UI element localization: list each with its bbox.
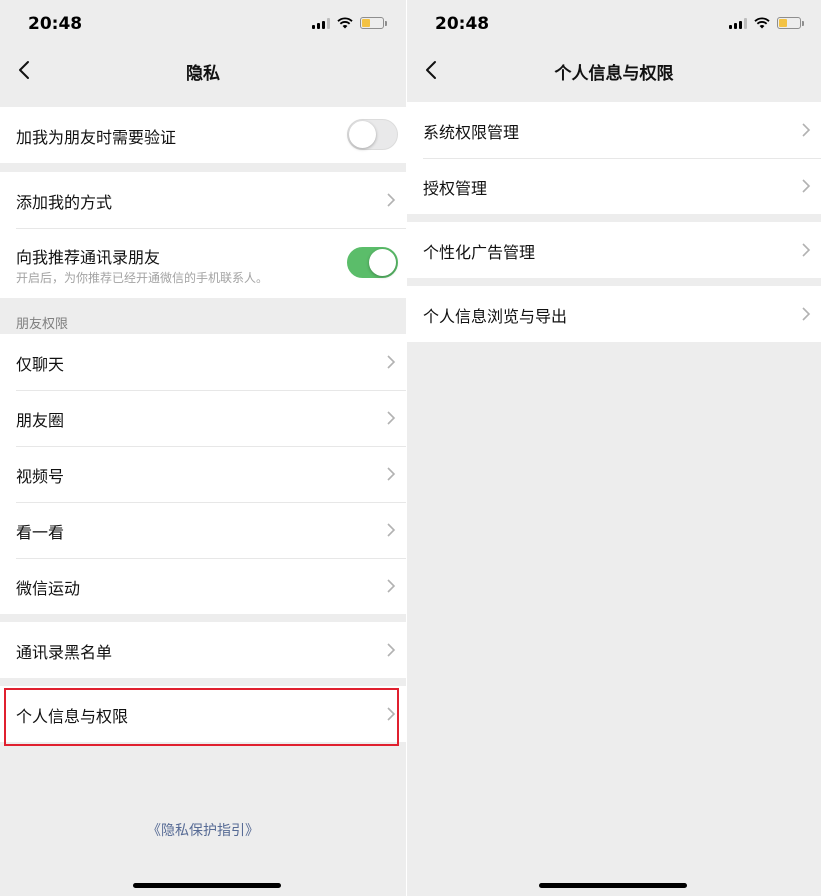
home-indicator	[133, 883, 281, 888]
permission-label: 朋友圈	[16, 411, 65, 430]
battery-icon	[777, 17, 804, 29]
chevron-right-icon	[387, 411, 396, 425]
highlight-box	[4, 688, 399, 746]
wifi-icon	[337, 17, 353, 29]
nav-bar: 个人信息与权限	[407, 48, 821, 92]
verify-group: 加我为朋友时需要验证	[0, 107, 406, 163]
recommend-contacts-label: 向我推荐通讯录朋友	[16, 248, 161, 267]
add-methods-row[interactable]: 添加我的方式	[0, 172, 406, 228]
friend-permissions-group: 仅聊天 朋友圈 视频号 看一看 微信运动	[0, 334, 406, 614]
system-permissions-label: 系统权限管理	[423, 123, 520, 142]
system-permissions-row[interactable]: 系统权限管理	[407, 102, 821, 158]
permission-top-stories-row[interactable]: 看一看	[0, 502, 406, 558]
authorization-row[interactable]: 授权管理	[407, 158, 821, 214]
verify-friend-toggle[interactable]	[347, 119, 398, 150]
blacklist-label: 通讯录黑名单	[16, 643, 113, 662]
verify-friend-row: 加我为朋友时需要验证	[0, 107, 406, 163]
chevron-right-icon	[387, 193, 396, 207]
permissions-group: 系统权限管理 授权管理	[407, 102, 821, 214]
info-browse-export-row[interactable]: 个人信息浏览与导出	[407, 286, 821, 342]
info-browse-export-label: 个人信息浏览与导出	[423, 307, 568, 326]
cellular-signal-icon	[729, 17, 747, 29]
battery-icon	[360, 17, 387, 29]
export-group: 个人信息浏览与导出	[407, 286, 821, 342]
permission-label: 微信运动	[16, 579, 81, 598]
personalized-ads-row[interactable]: 个性化广告管理	[407, 222, 821, 278]
chevron-right-icon	[387, 523, 396, 537]
chevron-right-icon	[802, 179, 811, 193]
recommend-contacts-description: 开启后，为你推荐已经开通微信的手机联系人。	[16, 271, 269, 285]
status-bar: 20:48	[0, 0, 406, 48]
cellular-signal-icon	[312, 17, 330, 29]
blacklist-row[interactable]: 通讯录黑名单	[0, 622, 406, 678]
permission-moments-row[interactable]: 朋友圈	[0, 390, 406, 446]
chevron-right-icon	[387, 467, 396, 481]
permission-channels-row[interactable]: 视频号	[0, 446, 406, 502]
personalized-ads-label: 个性化广告管理	[423, 243, 536, 262]
status-time: 20:48	[28, 14, 83, 34]
privacy-guide-link[interactable]: 《隐私保护指引》	[0, 820, 406, 840]
blacklist-group: 通讯录黑名单	[0, 622, 406, 678]
ads-group: 个性化广告管理	[407, 222, 821, 278]
permission-chat-only-row[interactable]: 仅聊天	[0, 334, 406, 390]
status-time: 20:48	[435, 14, 490, 34]
permission-label: 看一看	[16, 523, 65, 542]
page-title: 隐私	[186, 64, 220, 84]
chevron-right-icon	[802, 123, 811, 137]
chevron-right-icon	[387, 643, 396, 657]
permission-label: 仅聊天	[16, 355, 65, 374]
home-indicator	[539, 883, 687, 888]
add-methods-group: 添加我的方式 向我推荐通讯录朋友 开启后，为你推荐已经开通微信的手机联系人。	[0, 172, 406, 298]
page-title: 个人信息与权限	[554, 64, 674, 84]
permission-werun-row[interactable]: 微信运动	[0, 558, 406, 614]
wifi-icon	[754, 17, 770, 29]
add-methods-label: 添加我的方式	[16, 193, 113, 212]
personal-info-screen: 20:48 个人信息与权限 系统权限管理 授权管理 个性化广告管理 个人信息浏览…	[407, 0, 821, 896]
friend-permissions-header: 朋友权限	[16, 317, 69, 332]
authorization-label: 授权管理	[423, 179, 488, 198]
privacy-screen: 20:48 隐私 加我为朋友时需要验证 添加我的方式 向我推荐通讯录朋友 开启后…	[0, 0, 406, 896]
recommend-contacts-toggle[interactable]	[347, 247, 398, 278]
chevron-right-icon	[387, 579, 396, 593]
permission-label: 视频号	[16, 467, 65, 486]
chevron-right-icon	[387, 355, 396, 369]
status-bar: 20:48	[407, 0, 821, 48]
nav-bar: 隐私	[0, 48, 406, 92]
verify-friend-label: 加我为朋友时需要验证	[16, 128, 177, 147]
chevron-right-icon	[802, 243, 811, 257]
recommend-contacts-row: 向我推荐通讯录朋友 开启后，为你推荐已经开通微信的手机联系人。	[0, 228, 406, 298]
chevron-right-icon	[802, 307, 811, 321]
